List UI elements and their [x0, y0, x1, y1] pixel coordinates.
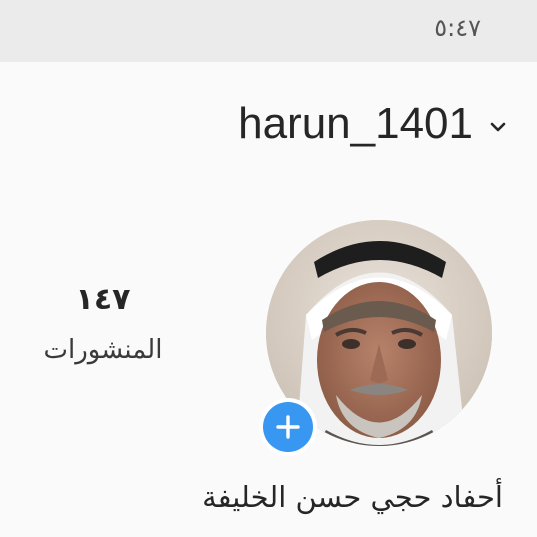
plus-icon	[276, 415, 300, 439]
posts-label: المنشورات	[43, 335, 163, 365]
add-story-circle	[263, 402, 313, 452]
posts-count: ١٤٧	[75, 282, 131, 317]
account-switcher[interactable]: harun_1401	[238, 102, 509, 146]
profile-full-name: أحفاد حجي حسن الخليفة	[202, 480, 503, 514]
chevron-down-icon	[490, 122, 506, 132]
username: harun_1401	[238, 99, 473, 148]
posts-stat[interactable]: ١٤٧ المنشورات	[34, 282, 172, 366]
profile-header: harun_1401	[0, 62, 537, 192]
status-time: ٥:٤٧	[434, 14, 481, 42]
status-bar: ٥:٤٧	[0, 0, 537, 62]
add-story-button[interactable]	[259, 398, 317, 456]
